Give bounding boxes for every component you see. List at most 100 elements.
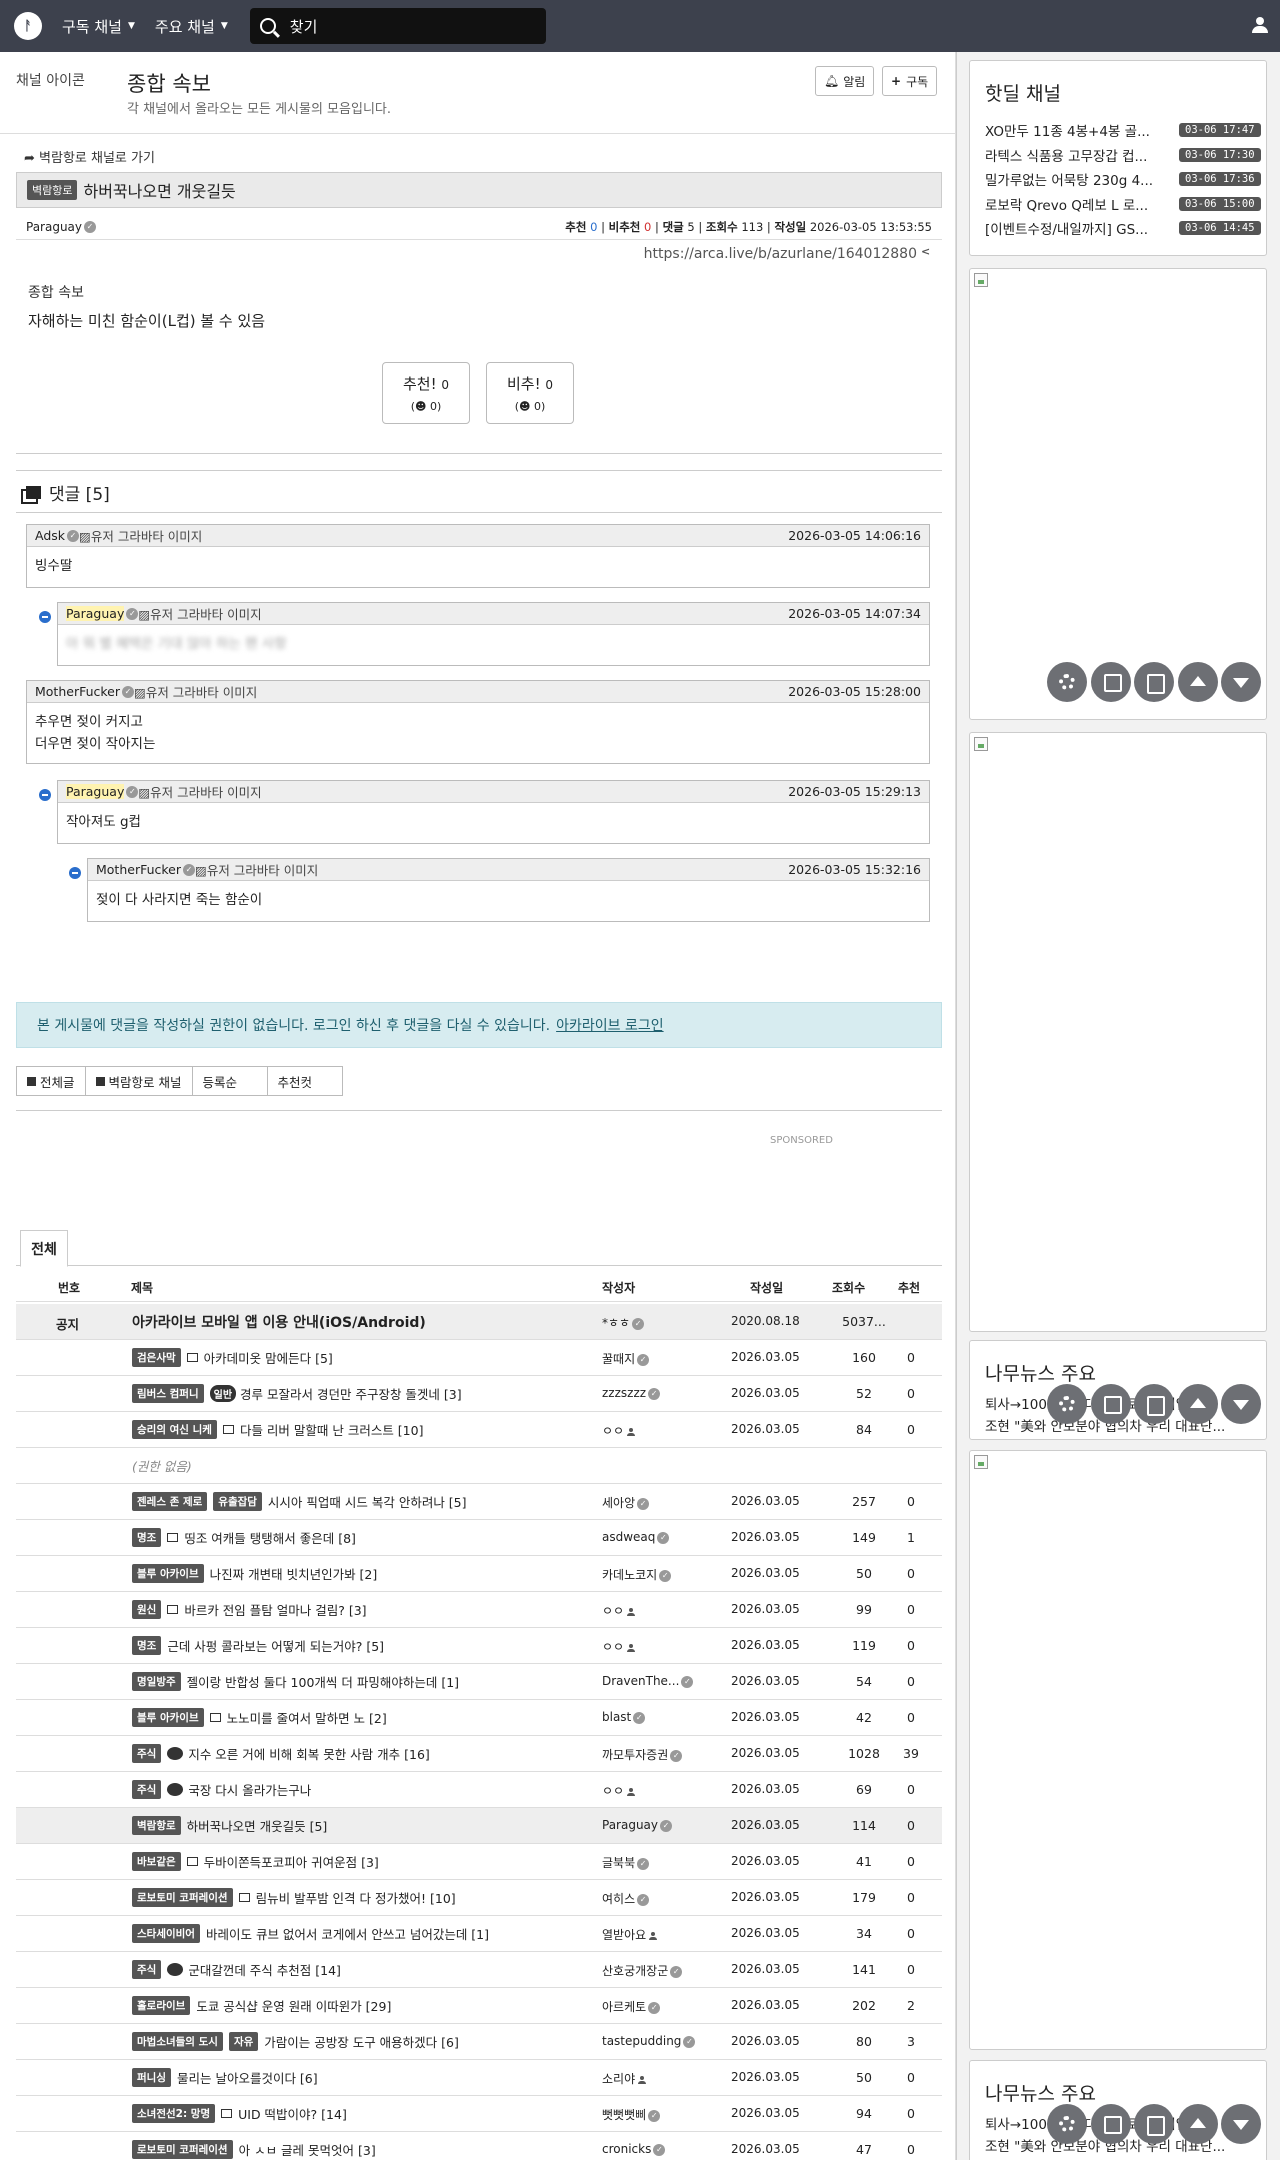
scroll-down-icon[interactable]: [1221, 1384, 1261, 1424]
post-author[interactable]: 글북북: [602, 1856, 635, 1870]
filter-all-posts[interactable]: 전체글: [16, 1066, 86, 1096]
post-author[interactable]: blast: [602, 1710, 631, 1724]
table-row[interactable]: 명조 띵조 여캐들 탱탱해서 좋은데 [8] asdweaq ✓ 2026.03.05 1…: [16, 1520, 942, 1556]
nav-subscribed-dropdown[interactable]: 구독 채널 ▼: [62, 16, 135, 37]
comment-author[interactable]: Paraguay: [66, 784, 125, 799]
category-badge[interactable]: 명조: [132, 1528, 162, 1547]
channel-title[interactable]: 종합 속보: [127, 68, 211, 98]
comment-author[interactable]: Adsk: [35, 528, 65, 543]
category-badge[interactable]: 승리의 여신 니케: [132, 1420, 217, 1439]
comment-author[interactable]: MotherFucker: [96, 862, 181, 877]
comment-author[interactable]: Paraguay: [66, 606, 125, 621]
login-link[interactable]: 아카라이브 로그인: [556, 1015, 664, 1035]
list-item[interactable]: 밀가루없는 어묵탕 230g 4... 03-06 17:36: [985, 167, 1266, 192]
category-badge[interactable]: 퍼니싱: [132, 2068, 171, 2087]
table-row[interactable]: 로보토미 코퍼레이션 림뉴비 발푸밤 인격 다 정가챘어! [10] 여히스 ✓ 202…: [16, 1880, 942, 1916]
table-row[interactable]: 젠레스 존 제로 유출잡담 시시아 픽업때 시드 복각 안하려나 [5] 세아앙 ✓ 20…: [16, 1484, 942, 1520]
category-badge[interactable]: 유출잡담: [213, 1492, 262, 1511]
post-author[interactable]: ㅇㅇ: [602, 1604, 624, 1618]
post-author[interactable]: 산호궁개장군: [602, 1964, 668, 1978]
table-row[interactable]: 주식 군대갈껀데 주식 추천점 [14] 산호궁개장군 ✓ 2026.03.05 141 0: [16, 1952, 942, 1988]
post-author[interactable]: 열받아요: [602, 1928, 646, 1942]
post-author[interactable]: 까모투자증권: [602, 1748, 668, 1762]
post-author[interactable]: 여히스: [602, 1892, 635, 1906]
post-author[interactable]: 아르케토: [602, 2000, 646, 2014]
ad-slot[interactable]: [969, 268, 1267, 720]
comments-icon[interactable]: [1090, 1384, 1131, 1424]
filter-channel[interactable]: 벽람항로 채널: [84, 1066, 193, 1096]
article-author[interactable]: Paraguay: [26, 220, 82, 234]
scroll-down-icon[interactable]: [1221, 2104, 1261, 2144]
table-row[interactable]: 블루 아카이브 노노미를 줄여서 말하면 노 [2] blast ✓ 2026.03.0…: [16, 1700, 942, 1736]
category-badge[interactable]: 마법소녀들의 도시: [132, 2032, 223, 2051]
post-author[interactable]: tastepudding: [602, 2034, 681, 2048]
category-badge[interactable]: 림버스 컴퍼니: [132, 1384, 204, 1403]
search-input[interactable]: 찾기: [249, 8, 546, 44]
list-item[interactable]: 로보락 Qrevo Q레보 L 로... 03-06 15:00: [985, 192, 1266, 217]
table-row[interactable]: 퍼니싱 물리는 날아오를것이다 [6] 소리야 2026.03.05 50 0: [16, 2060, 942, 2096]
table-row[interactable]: 주식 국장 다시 올라가는구나 ㅇㅇ 2026.03.05 69 0: [16, 1772, 942, 1808]
table-row[interactable]: 바보같은 두바이쫀득포코피아 귀여운점 [3] 글북북 ✓ 2026.03.05 41 0: [16, 1844, 942, 1880]
category-badge[interactable]: 주식: [132, 1960, 162, 1979]
list-item[interactable]: [이벤트수정/내일까지] GS... 03-06 14:45: [985, 216, 1266, 241]
category-badge[interactable]: 로보토미 코퍼레이션: [132, 2140, 233, 2159]
filter-sort-recommend[interactable]: 추천컷: [266, 1066, 343, 1096]
table-row[interactable]: 로보토미 코퍼레이션 아 ㅅㅂ 글레 못먹엇어 [3] cronicks ✓ 2026.…: [16, 2132, 942, 2160]
comments-icon[interactable]: [1090, 662, 1131, 702]
table-row-notice[interactable]: 공지 아카라이브 모바일 앱 이용 안내(iOS/Android) *ㅎㅎ ✓ 2…: [16, 1304, 942, 1340]
gear-icon[interactable]: [1047, 2104, 1087, 2144]
table-row[interactable]: 명일방주 젤이랑 반합성 둘다 100개씩 더 파밍해야하는데 [1] Draven…: [16, 1664, 942, 1700]
table-row[interactable]: 소녀전선2: 망명 UID 떡밥이야? [14] 뻣뻣뻣삐 ✓ 2026.03.05 94…: [16, 2096, 942, 2132]
table-row[interactable]: 명조 근데 사펑 콜라보는 어떻게 되는거야? [5] ㅇㅇ 2026.03.05 11…: [16, 1628, 942, 1664]
post-author[interactable]: zzzszzz: [602, 1386, 646, 1400]
post-author[interactable]: ㅇㅇ: [602, 1640, 624, 1654]
vote-up-button[interactable]: 추천! 0 (☻ 0): [382, 362, 470, 424]
arca-logo-icon[interactable]: ᚨ: [14, 12, 42, 40]
list-item[interactable]: XO만두 11종 4봉+4봉 골... 03-06 17:47: [985, 118, 1266, 143]
tab-all[interactable]: 전체: [20, 1230, 68, 1267]
table-row[interactable]: 벽람항로 하버꾹나오면 개웃길듯 [5] Paraguay ✓ 2026.03.05 11…: [16, 1808, 942, 1844]
share-icon[interactable]: [921, 245, 931, 258]
post-author[interactable]: cronicks: [602, 2142, 651, 2156]
ad-slot[interactable]: [969, 732, 1267, 1332]
table-row[interactable]: 원신 바르카 전임 플탐 얼마나 걸림? [3] ㅇㅇ 2026.03.05 99 0: [16, 1592, 942, 1628]
table-row[interactable]: 홀로라이브 도쿄 공식샵 운영 원래 이따윈가 [29] 아르케토 ✓ 2026.03.…: [16, 1988, 942, 2024]
list-icon[interactable]: [1134, 1384, 1174, 1424]
scroll-up-icon[interactable]: [1177, 1384, 1218, 1424]
scroll-down-icon[interactable]: [1221, 662, 1261, 702]
list-icon[interactable]: [1134, 2104, 1174, 2144]
gear-icon[interactable]: [1047, 1384, 1087, 1424]
category-badge[interactable]: 검은사막: [132, 1348, 181, 1367]
table-row[interactable]: 스타세이비어 바레이도 큐브 없어서 코게에서 안쓰고 넘어갔는데 [1] 열받아요…: [16, 1916, 942, 1952]
post-author[interactable]: ㅇㅇ: [602, 1784, 624, 1798]
category-badge[interactable]: 벽람항로: [27, 180, 78, 200]
category-badge[interactable]: 바보같은: [132, 1852, 181, 1871]
back-to-channel-link[interactable]: ➦ 벽람항로 채널로 가기: [24, 147, 155, 166]
post-author[interactable]: 꿀때지: [602, 1352, 635, 1366]
ad-slot[interactable]: [969, 1450, 1267, 2050]
nav-main-dropdown[interactable]: 주요 채널 ▼: [155, 16, 228, 37]
category-badge[interactable]: 블루 아카이브: [132, 1708, 204, 1727]
post-author[interactable]: 세아앙: [602, 1496, 635, 1510]
post-author[interactable]: Paraguay: [602, 1818, 658, 1832]
scroll-up-icon[interactable]: [1177, 2104, 1218, 2144]
alert-button[interactable]: 🔔︎ 알림: [815, 66, 875, 96]
table-row[interactable]: 블루 아카이브 나진짜 개변태 빗치년인가봐 [2] 카데노코지 ✓ 2026.03.0…: [16, 1556, 942, 1592]
table-row[interactable]: 검은사막 아카데미옷 맘에든다 [5] 꿀때지 ✓ 2026.03.05 160 0: [16, 1340, 942, 1376]
list-icon[interactable]: [1134, 662, 1174, 702]
category-badge[interactable]: 블루 아카이브: [132, 1564, 204, 1583]
table-row[interactable]: 림버스 컴퍼니 일반 경루 모잘라서 경던만 주구장창 돌겟네 [3] zzzszzz…: [16, 1376, 942, 1412]
vote-down-button[interactable]: 비추! 0 (☻ 0): [486, 362, 574, 424]
category-badge[interactable]: 주식: [132, 1780, 162, 1799]
post-author[interactable]: 카데노코지: [602, 1568, 657, 1582]
category-badge[interactable]: 홀로라이브: [132, 1996, 191, 2015]
category-badge[interactable]: 소녀전선2: 망명: [132, 2104, 216, 2123]
article-url[interactable]: https://arca.live/b/azurlane/164012880: [644, 245, 931, 262]
category-badge[interactable]: 젠레스 존 제로: [132, 1492, 208, 1511]
post-author[interactable]: 소리야: [602, 2072, 635, 2086]
category-badge[interactable]: 자유: [228, 2032, 259, 2051]
gear-icon[interactable]: [1047, 662, 1087, 702]
category-badge[interactable]: 로보토미 코퍼레이션: [132, 1888, 233, 1907]
comment-author[interactable]: MotherFucker: [35, 684, 120, 699]
category-badge[interactable]: 주식: [132, 1744, 162, 1763]
